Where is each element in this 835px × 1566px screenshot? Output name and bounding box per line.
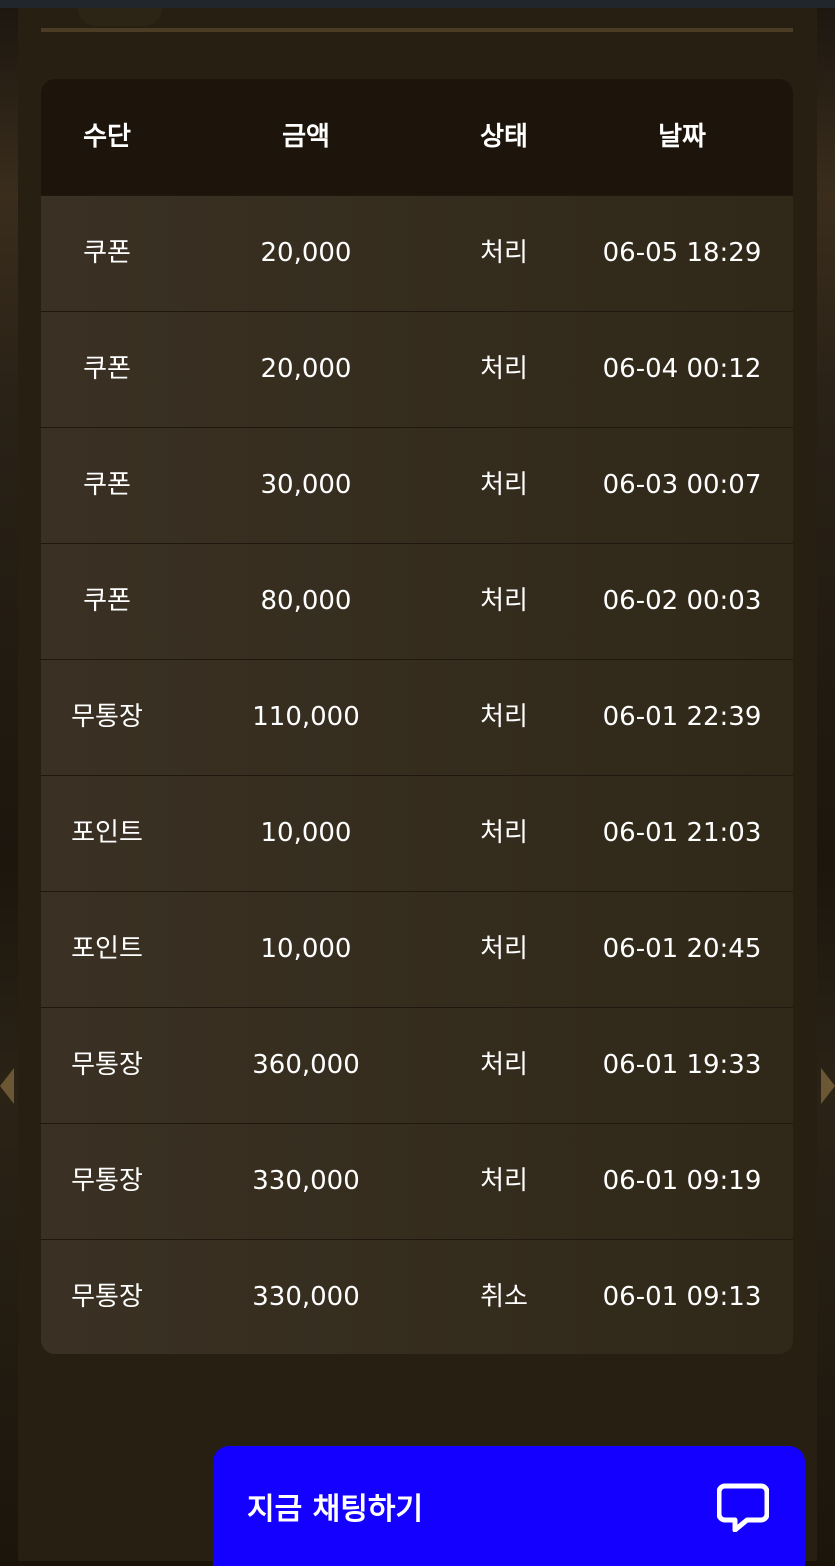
cell-status: 취소 [480,1282,528,1312]
table-row: 포인트 10,000 처리 06-01 21:03 [41,775,793,891]
chat-button-label: 지금 채팅하기 [247,1492,424,1527]
cell-date: 06-01 21:03 [602,818,762,848]
top-strip [0,0,835,8]
cell-status: 처리 [480,818,528,848]
table-row: 무통장 360,000 처리 06-01 19:33 [41,1007,793,1123]
cell-amount: 330,000 [252,1282,360,1312]
cell-method: 무통장 [71,1282,143,1312]
right-background [817,8,835,1561]
transaction-table: 수단 금액 상태 날짜 쿠폰 20,000 처리 06-05 18:29 쿠폰 20,00… [41,79,793,1354]
header-method: 수단 [83,122,131,152]
header-status: 상태 [480,122,528,152]
cell-amount: 80,000 [260,586,352,616]
table-row: 쿠폰 30,000 처리 06-03 00:07 [41,427,793,543]
cell-method: 무통장 [71,702,143,732]
header-amount: 금액 [282,122,330,152]
cell-status: 처리 [480,702,528,732]
cell-date: 06-03 00:07 [602,470,762,500]
divider [41,28,793,32]
cell-status: 처리 [480,238,528,268]
table-row: 무통장 330,000 취소 06-01 09:13 [41,1239,793,1354]
prev-arrow-icon[interactable] [0,1068,14,1104]
cell-amount: 110,000 [252,702,360,732]
cell-amount: 360,000 [252,1050,360,1080]
cell-status: 처리 [480,1050,528,1080]
cell-method: 쿠폰 [83,238,131,268]
header-date: 날짜 [658,122,706,152]
cell-status: 처리 [480,354,528,384]
cell-date: 06-01 20:45 [602,934,762,964]
table-body: 쿠폰 20,000 처리 06-05 18:29 쿠폰 20,000 처리 06-04 00:… [41,195,793,1354]
cell-status: 처리 [480,586,528,616]
cell-amount: 330,000 [252,1166,360,1196]
cell-status: 처리 [480,470,528,500]
cell-amount: 20,000 [260,238,352,268]
cell-amount: 10,000 [260,934,352,964]
cell-date: 06-01 22:39 [602,702,762,732]
cell-date: 06-04 00:12 [602,354,762,384]
top-decoration [78,8,162,26]
cell-status: 처리 [480,1166,528,1196]
cell-amount: 30,000 [260,470,352,500]
cell-method: 무통장 [71,1050,143,1080]
cell-status: 처리 [480,934,528,964]
left-background [0,8,18,1561]
cell-date: 06-05 18:29 [602,238,762,268]
cell-amount: 20,000 [260,354,352,384]
table-header: 수단 금액 상태 날짜 [41,79,793,195]
table-row: 포인트 10,000 처리 06-01 20:45 [41,891,793,1007]
cell-method: 쿠폰 [83,354,131,384]
cell-method: 쿠폰 [83,586,131,616]
cell-method: 포인트 [71,818,143,848]
next-arrow-icon[interactable] [821,1068,835,1104]
table-row: 무통장 110,000 처리 06-01 22:39 [41,659,793,775]
table-row: 쿠폰 80,000 처리 06-02 00:03 [41,543,793,659]
cell-method: 포인트 [71,934,143,964]
cell-date: 06-01 09:19 [602,1166,762,1196]
cell-date: 06-02 00:03 [602,586,762,616]
cell-method: 무통장 [71,1166,143,1196]
table-row: 쿠폰 20,000 처리 06-05 18:29 [41,195,793,311]
cell-method: 쿠폰 [83,470,131,500]
chat-now-button[interactable]: 지금 채팅하기 [213,1446,805,1566]
table-row: 쿠폰 20,000 처리 06-04 00:12 [41,311,793,427]
chat-bubble-icon [717,1483,769,1532]
cell-date: 06-01 09:13 [602,1282,762,1312]
cell-date: 06-01 19:33 [602,1050,762,1080]
table-row: 무통장 330,000 처리 06-01 09:19 [41,1123,793,1239]
cell-amount: 10,000 [260,818,352,848]
